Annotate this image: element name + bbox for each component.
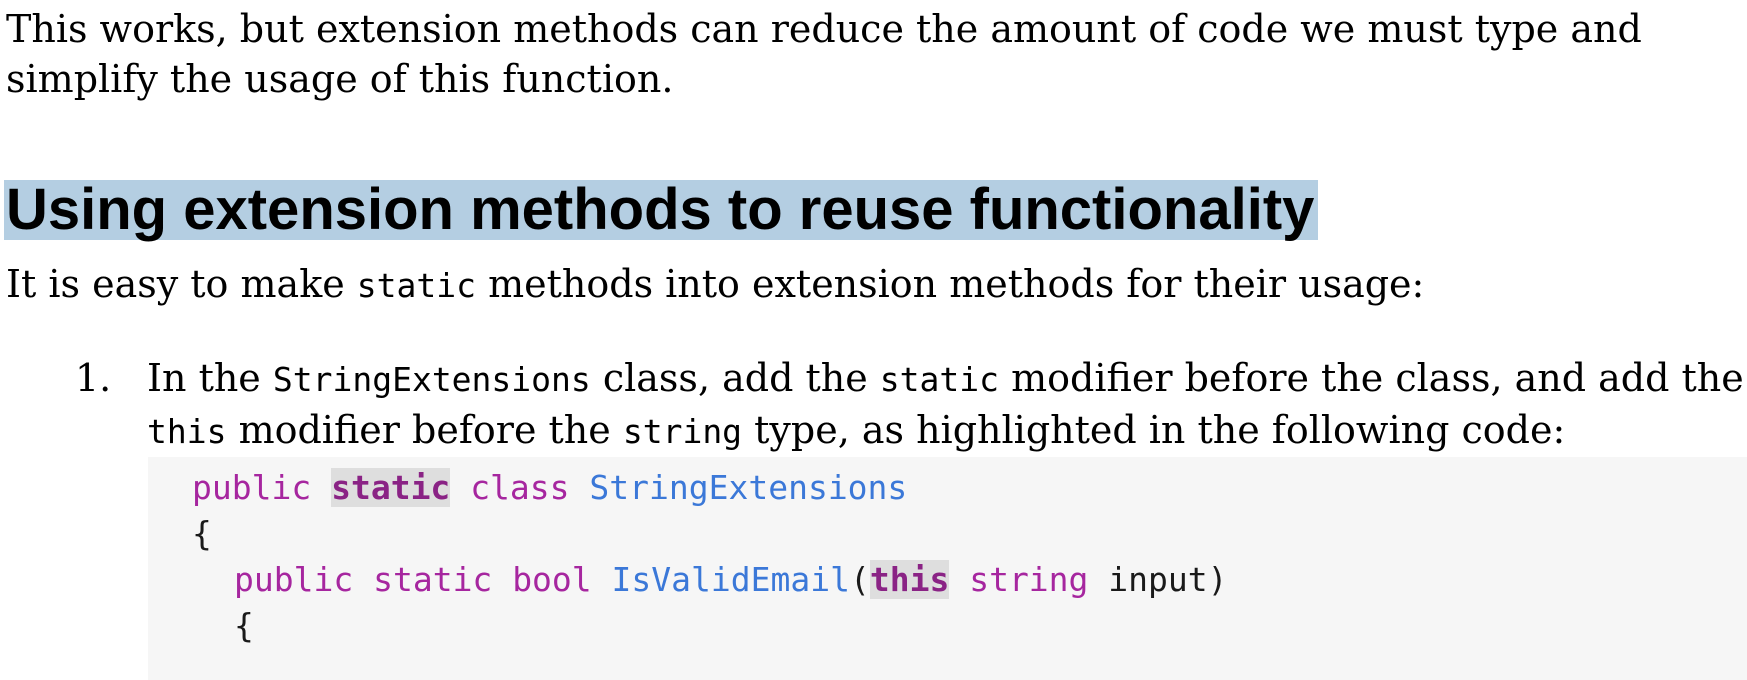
code-keyword: public [234, 560, 354, 599]
code-keyword: bool [512, 560, 592, 599]
step-text-1: In the [147, 356, 273, 400]
code-highlight-this: this [869, 560, 950, 599]
code-brace: { [192, 514, 212, 553]
inline-code-this-modifier: this [147, 412, 227, 451]
code-block: public static class StringExtensions { p… [148, 457, 1747, 680]
code-keyword: static [373, 560, 493, 599]
intro-paragraph: This works, but extension methods can re… [6, 7, 1642, 101]
code-keyword: string [969, 560, 1089, 599]
code-line-1: public static class StringExtensions [192, 467, 907, 509]
paragraph-text-1: It is easy to make [6, 262, 357, 306]
step-text-2: class, add the [590, 356, 880, 400]
code-line-2: { [192, 513, 212, 555]
code-paren-open: ( [849, 560, 870, 599]
step-text-3: modifier before the class, and add the [999, 356, 1744, 400]
code-highlight-static: static [331, 468, 451, 507]
code-parameter: input [1108, 560, 1208, 599]
inline-code-static: static [356, 266, 477, 305]
code-brace: { [234, 606, 254, 645]
inline-code-class-name: StringExtensions [272, 360, 591, 399]
step-text: In the StringExtensions class, add the s… [147, 353, 1747, 457]
code-type-name: StringExtensions [589, 468, 908, 507]
code-method-name: IsValidEmail [611, 560, 850, 599]
step-number: 1. [75, 356, 112, 400]
paragraph-text-2: methods into extension methods for their… [476, 262, 1425, 306]
code-keyword: class [470, 468, 570, 507]
code-paren-close: ) [1207, 560, 1228, 599]
step-text-4: modifier before the [226, 408, 623, 452]
step-text-5: type, as highlighted in the following co… [742, 408, 1566, 452]
code-line-3: public static bool IsValidEmail(this str… [234, 559, 1228, 601]
code-line-4: { [234, 605, 254, 647]
inline-code-static-modifier: static [879, 360, 1000, 399]
code-keyword: public [192, 468, 312, 507]
section-heading: Using extension methods to reuse functio… [4, 180, 1319, 240]
inline-code-string-type: string [622, 412, 743, 451]
body-paragraph: It is easy to make static methods into e… [6, 259, 1424, 311]
